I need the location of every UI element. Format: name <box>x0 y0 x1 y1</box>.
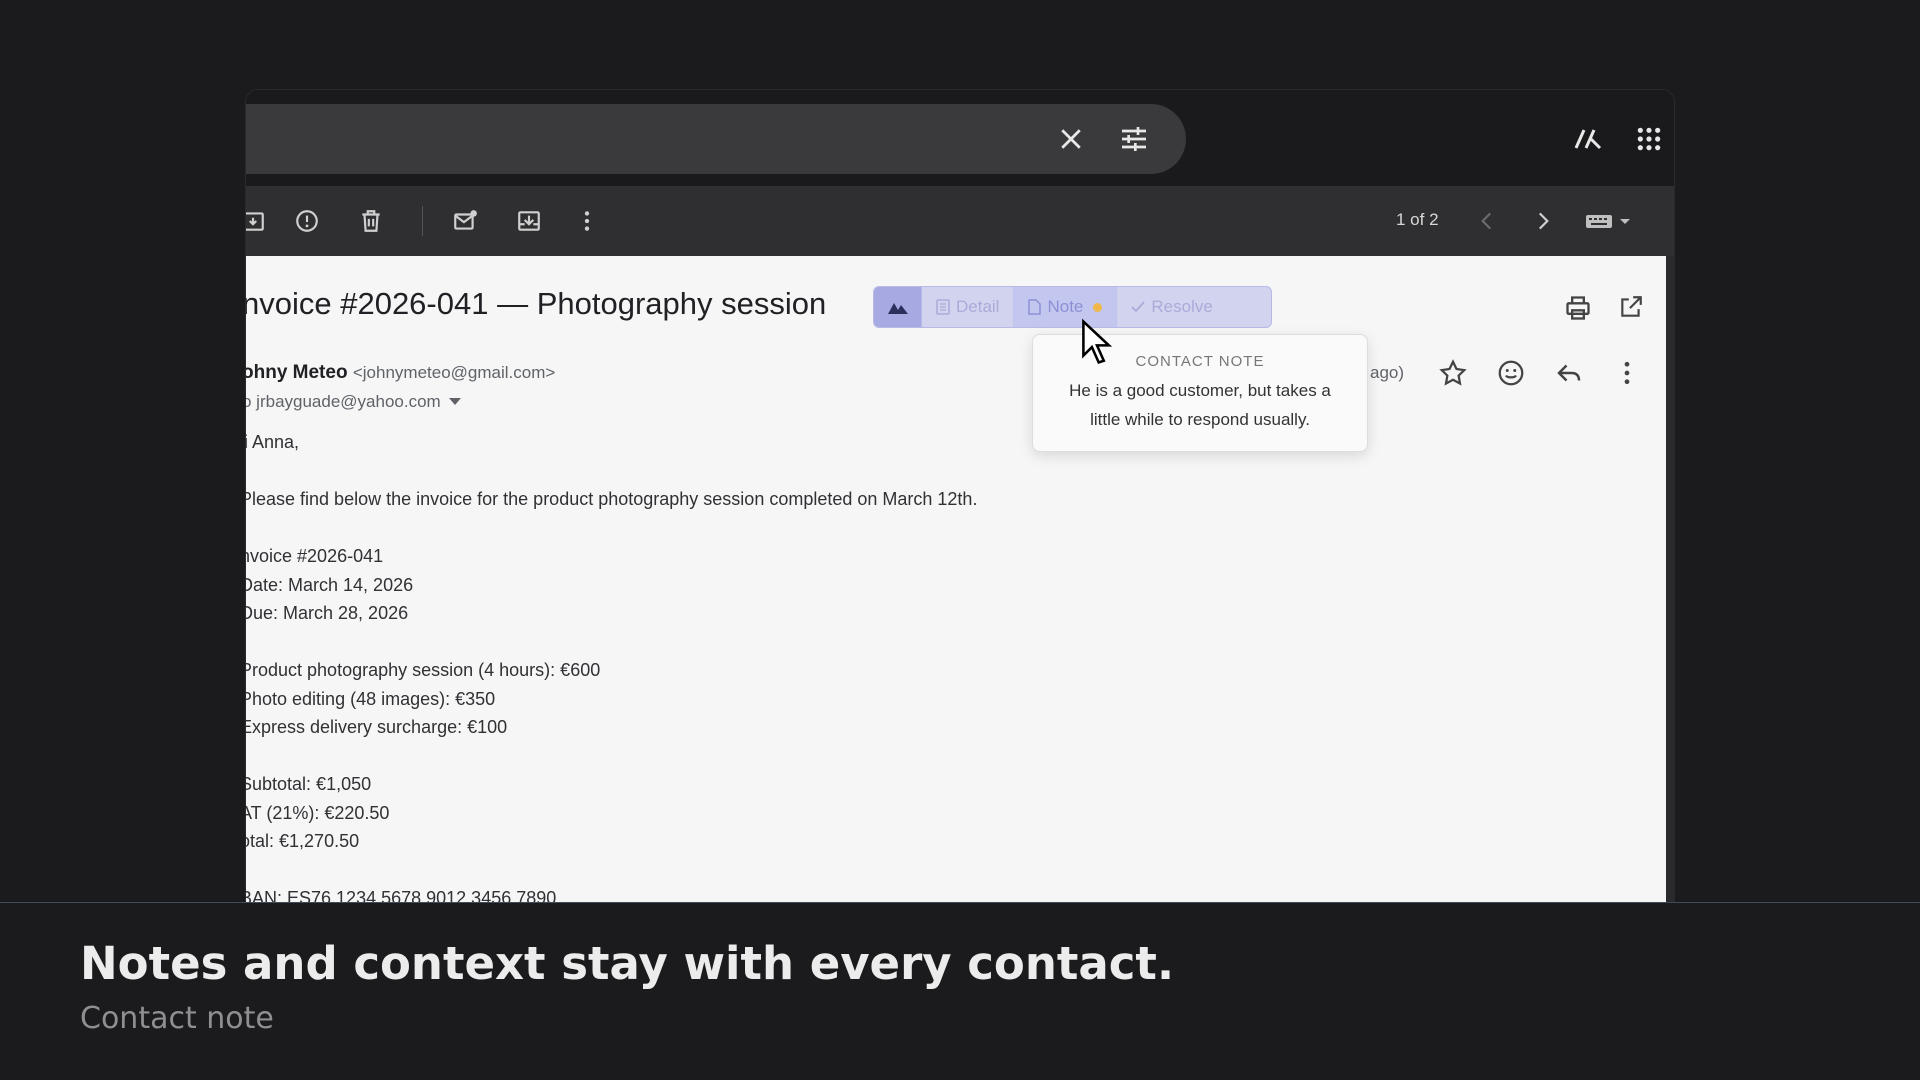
chevron-right-icon[interactable] <box>1530 208 1556 234</box>
message-toolbar: 1 of 2 <box>246 186 1674 256</box>
more-options-icon[interactable] <box>574 208 600 234</box>
toolbar-divider <box>422 206 423 236</box>
check-icon <box>1131 301 1146 313</box>
mail-window: 1 of 2 nvoice #2026-041 — Photography se… <box>246 90 1674 904</box>
caption-title: Notes and context stay with every contac… <box>80 937 1175 990</box>
message-view: nvoice #2026-041 — Photography session D… <box>246 256 1666 904</box>
chevron-left-icon[interactable] <box>1474 208 1500 234</box>
body-line: li Anna, <box>246 432 300 452</box>
archive-icon[interactable] <box>246 208 266 234</box>
emoji-react-icon[interactable] <box>1496 358 1526 388</box>
caption-bar: Notes and context stay with every contac… <box>0 902 1920 1080</box>
tooltip-text: He is a good customer, but takes a littl… <box>1069 381 1331 429</box>
detail-button[interactable]: Detail <box>922 287 1015 327</box>
search-bar[interactable] <box>246 104 1186 174</box>
delete-icon[interactable] <box>358 208 384 234</box>
body-line: Product photography session (4 hours): €… <box>246 660 601 680</box>
note-indicator-dot <box>1093 302 1103 312</box>
move-to-icon[interactable] <box>516 208 542 234</box>
resolve-button[interactable]: Resolve <box>1117 287 1226 327</box>
email-subject: nvoice #2026-041 — Photography session <box>246 286 827 321</box>
star-icon[interactable] <box>1438 358 1468 388</box>
body-line: Express delivery surcharge: €100 <box>246 717 508 737</box>
body-line: Please find below the invoice for the pr… <box>246 489 978 509</box>
mark-unread-icon[interactable] <box>452 208 478 234</box>
extension-logo[interactable] <box>874 287 922 327</box>
document-icon <box>1028 299 1042 315</box>
resolve-label: Resolve <box>1151 297 1213 316</box>
pagination-count: 1 of 2 <box>1396 210 1439 229</box>
print-icon[interactable] <box>1564 294 1592 322</box>
open-in-new-window-icon[interactable] <box>1618 294 1644 320</box>
filter-options-icon[interactable] <box>1118 123 1150 155</box>
detail-label: Detail <box>956 297 1000 316</box>
mouse-cursor-icon <box>1082 318 1113 364</box>
report-spam-icon[interactable] <box>294 208 320 234</box>
sender-line: ohny Meteo <johnymeteo@gmail.com> <box>246 362 555 384</box>
chevron-down-icon[interactable] <box>448 398 461 406</box>
mountain-icon <box>887 303 908 314</box>
body-line: otal: €1,270.50 <box>246 831 360 851</box>
keyboard-icon[interactable] <box>1584 208 1634 234</box>
sender-email: <johnymeteo@gmail.com> <box>352 363 556 382</box>
recipient-line[interactable]: o jrbayguade@yahoo.com <box>246 392 461 412</box>
top-bar <box>246 90 1674 186</box>
body-line: Date: March 14, 2026 <box>246 575 414 595</box>
apps-grid-icon[interactable] <box>1636 126 1662 152</box>
recipient-text: o jrbayguade@yahoo.com <box>246 392 441 411</box>
body-line: Due: March 28, 2026 <box>246 603 409 623</box>
caption-subtitle: Contact note <box>80 1001 274 1036</box>
close-icon[interactable] <box>1056 124 1086 154</box>
body-line: AT (21%): €220.50 <box>246 803 390 823</box>
body-line: Photo editing (48 images): €350 <box>246 689 496 709</box>
scrollbar[interactable] <box>1666 256 1674 904</box>
list-icon <box>936 299 950 315</box>
extension-toolbar: Detail Note Resolve <box>873 286 1272 328</box>
note-label: Note <box>1047 297 1084 316</box>
body-line: nvoice #2026-041 <box>246 546 384 566</box>
body-line: Subtotal: €1,050 <box>246 774 372 794</box>
more-actions-icon[interactable] <box>1612 358 1642 388</box>
timestamp: ago) <box>1370 363 1405 382</box>
brand-logo-icon <box>1574 129 1602 150</box>
sender-name[interactable]: ohny Meteo <box>246 362 348 383</box>
reply-icon[interactable] <box>1554 358 1584 388</box>
